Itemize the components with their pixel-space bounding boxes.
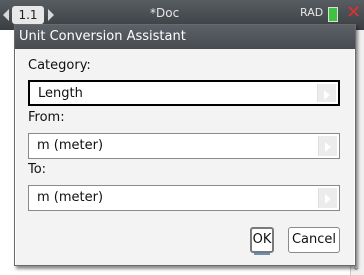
- document-title: *Doc: [150, 6, 180, 20]
- cancel-button[interactable]: Cancel: [288, 227, 340, 253]
- dialog-title: Unit Conversion Assistant: [15, 25, 355, 49]
- from-dropdown-button[interactable]: [318, 136, 337, 156]
- tab-next-arrow-icon[interactable]: [48, 9, 54, 21]
- to-value: m (meter): [37, 190, 104, 205]
- from-select[interactable]: m (meter): [28, 133, 340, 159]
- unit-conversion-dialog: Unit Conversion Assistant Category: Leng…: [14, 24, 356, 266]
- category-value: Length: [38, 86, 83, 101]
- category-dropdown-button[interactable]: [317, 84, 336, 102]
- chevron-right-icon: [325, 194, 331, 204]
- battery-icon: [328, 7, 338, 22]
- dialog-body: Category: Length From: m (meter) To: m (…: [16, 49, 354, 265]
- close-icon[interactable]: ✕: [346, 2, 361, 23]
- from-value: m (meter): [37, 138, 104, 153]
- to-label: To:: [28, 162, 47, 177]
- ok-button[interactable]: OK: [250, 227, 274, 255]
- to-select[interactable]: m (meter): [28, 185, 340, 211]
- category-label: Category:: [28, 58, 91, 73]
- angle-mode-indicator: RAD: [300, 6, 324, 19]
- chevron-right-icon: [325, 142, 331, 152]
- tab-page[interactable]: 1.1: [12, 6, 44, 24]
- category-select[interactable]: Length: [28, 80, 340, 106]
- from-label: From:: [28, 110, 65, 125]
- tab-prev-arrow-icon[interactable]: [3, 9, 9, 21]
- chevron-right-icon: [324, 90, 330, 100]
- to-dropdown-button[interactable]: [318, 188, 337, 208]
